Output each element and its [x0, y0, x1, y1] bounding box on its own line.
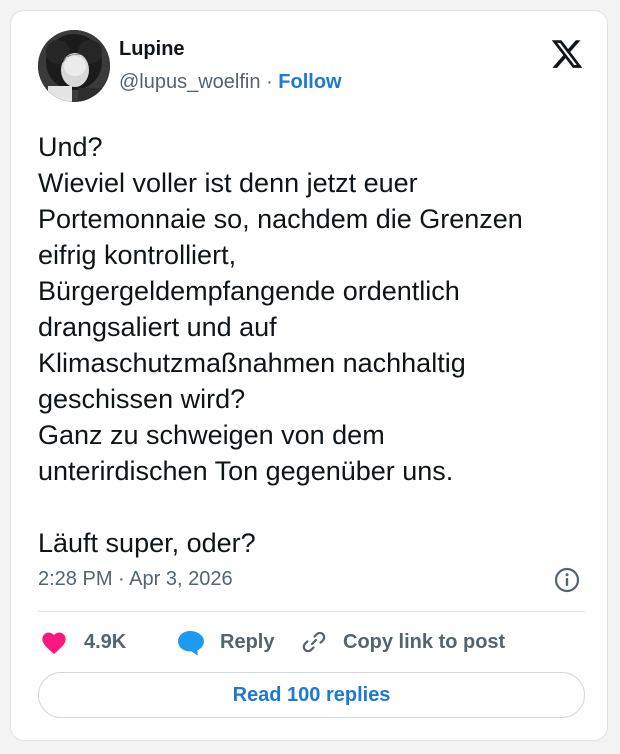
like-count: 4.9K — [84, 630, 127, 653]
read-replies-button[interactable]: Read 100 replies — [38, 672, 585, 718]
post-body: Und? Wieviel voller ist denn jetzt euer … — [38, 129, 588, 561]
reply-bubble-icon — [178, 631, 204, 656]
author-name[interactable]: Lupine — [119, 38, 185, 61]
post-line: Läuft super, oder? — [38, 528, 256, 558]
post-line: Klimaschutzmaßnahmen nachhaltig — [38, 348, 466, 378]
post-line: eifrig kontrolliert, — [38, 240, 237, 270]
post-line: Bürgergeldempfangende ordentlich — [38, 276, 460, 306]
post-line: Portemonnaie so, nachdem die Grenzen — [38, 204, 523, 234]
link-icon — [302, 631, 326, 653]
like-button[interactable]: 4.9K — [40, 627, 126, 657]
follow-button[interactable]: Follow — [278, 71, 341, 93]
post-line: Und? — [38, 132, 103, 162]
reply-button[interactable]: Reply — [176, 627, 274, 657]
info-icon[interactable] — [554, 567, 580, 593]
post-timestamp[interactable]: 2:28 PM · Apr 3, 2026 — [38, 568, 233, 591]
post-line: geschissen wird? — [38, 384, 246, 414]
author-meta: @lupus_woelfin · Follow — [119, 71, 342, 94]
embedded-post-card: Lupine @lupus_woelfin · Follow Und? Wiev… — [10, 10, 608, 741]
copy-link-button[interactable]: Copy link to post — [299, 627, 505, 657]
meta-separator: · — [266, 71, 273, 93]
author-avatar[interactable] — [38, 30, 110, 102]
post-line: Wieviel voller ist denn jetzt euer — [38, 168, 418, 198]
author-handle[interactable]: @lupus_woelfin — [119, 71, 261, 93]
x-logo-icon[interactable] — [550, 37, 584, 71]
reply-label: Reply — [220, 630, 275, 653]
divider — [38, 611, 585, 612]
copy-link-label: Copy link to post — [343, 630, 506, 653]
post-line: unterirdischen Ton gegenüber uns. — [38, 456, 454, 486]
post-line — [38, 489, 588, 525]
heart-icon — [42, 632, 66, 655]
post-line: Ganz zu schweigen von dem — [38, 420, 385, 450]
post-line: drangsaliert und auf — [38, 312, 277, 342]
